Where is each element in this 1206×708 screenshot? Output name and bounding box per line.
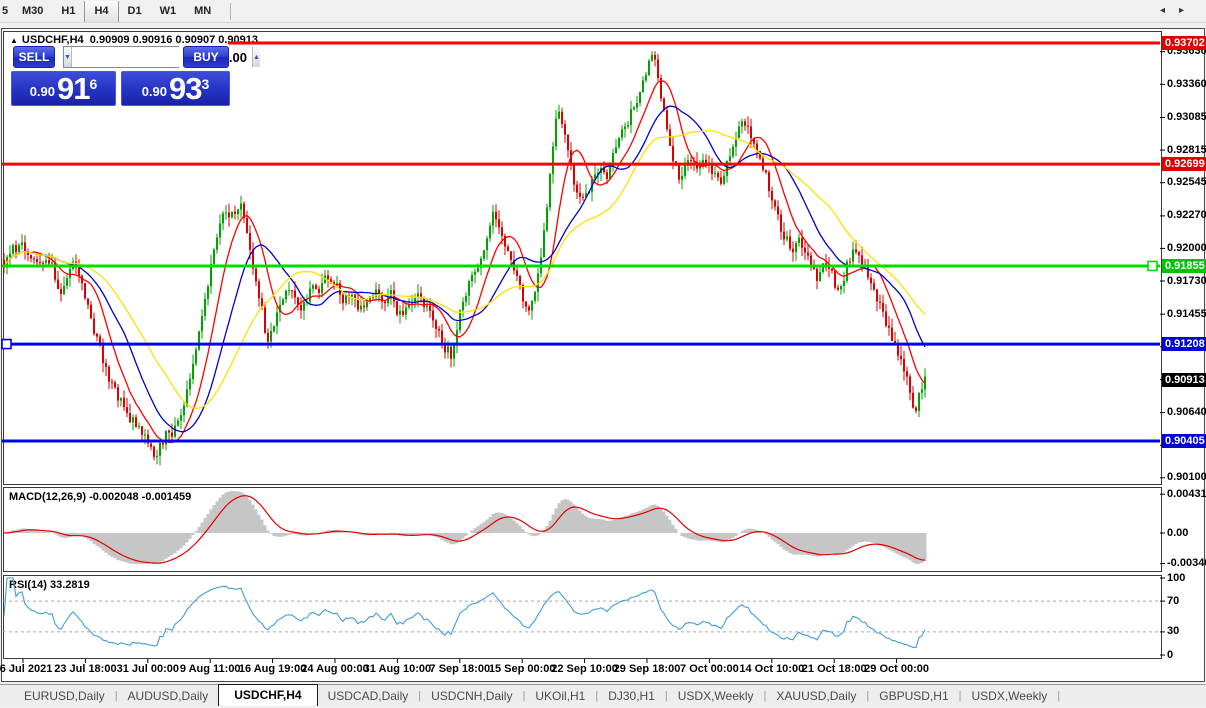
price-badge-0.93702: 0.93702 [1162, 36, 1206, 50]
chart-tab-ukoil-h1[interactable]: UKOil,H1 [525, 687, 595, 705]
chevron-down-icon: ▼ [64, 54, 71, 61]
rsi-label: RSI(14) 33.2819 [9, 579, 90, 591]
chart-ohlc-values: 0.90909 0.90916 0.90907 0.90913 [90, 34, 258, 46]
chart-tab-gbpusd-h1[interactable]: GBPUSD,H1 [869, 687, 958, 705]
chart-title-bar: ▲ USDCHF,H4 0.90909 0.90916 0.90907 0.909… [10, 34, 258, 46]
timeframe-toolbar: 5M30H1H4D1W1MN [0, 0, 1206, 23]
tab-separator: | [1057, 690, 1060, 702]
price-badge-0.90913: 0.90913 [1162, 373, 1206, 387]
date-tick-label: 16 Aug 19:00 [239, 663, 306, 675]
chart-tab-usdcnh-daily[interactable]: USDCNH,Daily [421, 687, 522, 705]
price-badge-0.90405: 0.90405 [1162, 434, 1206, 448]
chevron-up-icon: ▲ [253, 54, 260, 61]
chart-tab-usdchf-h4[interactable]: USDCHF,H4 [218, 684, 317, 706]
macd-indicator-panel[interactable]: MACD(12,26,9) -0.002048 -0.001459 [3, 487, 1162, 572]
price-badge-0.91855: 0.91855 [1162, 259, 1206, 273]
timeframe-button-h1[interactable]: H1 [52, 1, 84, 22]
chart-tab-eurusd-daily[interactable]: EURUSD,Daily [14, 687, 115, 705]
price-tick-label: 0.92545 [1167, 176, 1206, 188]
chart-tab-bar: EURUSD,Daily | AUDUSD,DailyUSDCHF,H4USDCAD… [0, 684, 1206, 706]
price-badge-0.91208: 0.91208 [1162, 337, 1206, 351]
date-tick-label: 9 Aug 11:00 [180, 663, 241, 675]
chart-tab-usdx-weekly[interactable]: USDX,Weekly [962, 687, 1058, 705]
chart-window: ▲ USDCHF,H4 0.90909 0.90916 0.90907 0.909… [1, 28, 1205, 682]
toolbar-separator [230, 3, 231, 20]
buy-button[interactable]: BUY [183, 46, 229, 68]
rsi-tick-label: 30 [1167, 625, 1179, 637]
price-tick-label: 0.92815 [1167, 144, 1206, 156]
buy-price-display[interactable]: 0.90 93 3 [121, 71, 230, 106]
price-tick-label: 0.91730 [1167, 275, 1206, 287]
rsi-tick-label: 70 [1167, 595, 1179, 607]
date-tick-label: 7 Sep 18:00 [430, 663, 491, 675]
buy-price-prefix: 0.90 [142, 82, 167, 102]
buy-price-pip: 3 [202, 78, 210, 90]
timeframe-button-h4[interactable]: H4 [84, 1, 118, 22]
date-tick-label: 15 Sep 00:00 [489, 663, 556, 675]
chart-tab-usdcad-daily[interactable]: USDCAD,Daily [318, 687, 419, 705]
date-tick-label: 29 Sep 18:00 [614, 663, 681, 675]
date-tick-label: 16 Jul 2021 [0, 663, 52, 675]
sell-price-main: 91 [57, 76, 89, 102]
chart-tab-audusd-daily[interactable]: AUDUSD,Daily [118, 687, 219, 705]
date-tick-label: 7 Oct 00:00 [680, 663, 739, 675]
timeframe-button-mn[interactable]: MN [185, 1, 220, 22]
date-tick-label: 23 Jul 18:00 [54, 663, 116, 675]
price-tick-label: 0.93360 [1167, 78, 1206, 90]
price-badge-0.92699: 0.92699 [1162, 157, 1206, 171]
one-click-trade-panel: SELL ▼ ▲ BUY 0.90 91 6 0.90 93 3 [11, 46, 230, 107]
rsi-tick-label: 0 [1167, 649, 1173, 661]
date-tick-label: 31 Aug 10:00 [364, 663, 431, 675]
date-tick-label: 21 Oct 18:00 [802, 663, 867, 675]
rsi-indicator-panel[interactable]: RSI(14) 33.2819 [3, 575, 1162, 659]
price-tick-label: 0.92000 [1167, 242, 1206, 254]
timeframe-button-w1[interactable]: W1 [151, 1, 186, 22]
timeframe-button-d1[interactable]: D1 [119, 1, 151, 22]
chart-tab-dj30-h1[interactable]: DJ30,H1 [598, 687, 665, 705]
tab-scroll-left-icon[interactable]: ◂ [1160, 5, 1165, 17]
price-tick-label: 0.93085 [1167, 111, 1206, 123]
buy-price-main: 93 [169, 76, 201, 102]
price-tick-label: 0.90640 [1167, 406, 1206, 418]
rsi-tick-label: 100 [1167, 572, 1185, 584]
volume-decrease-button[interactable]: ▼ [64, 47, 72, 67]
main-chart-panel[interactable]: ▲ USDCHF,H4 0.90909 0.90916 0.90907 0.909… [3, 31, 1162, 485]
volume-increase-button[interactable]: ▲ [252, 47, 260, 67]
macd-tick-label: 0.00431 [1167, 488, 1206, 500]
price-tick-label: 0.92270 [1167, 209, 1206, 221]
date-tick-label: 14 Oct 10:00 [739, 663, 804, 675]
volume-spinner: ▼ ▲ [63, 46, 179, 68]
macd-tick-label: -0.003405 [1167, 557, 1206, 569]
macd-label: MACD(12,26,9) -0.002048 -0.001459 [9, 491, 191, 503]
sell-button[interactable]: SELL [13, 46, 55, 68]
sell-price-display[interactable]: 0.90 91 6 [11, 71, 116, 106]
tab-scroll-arrows: ◂ ▸ [1160, 5, 1184, 17]
price-tick-label: 0.90100 [1167, 471, 1206, 483]
timeframe-button-5[interactable]: 5 [0, 1, 13, 22]
collapse-panel-icon[interactable]: ▲ [10, 36, 18, 45]
date-tick-label: 29 Oct 00:00 [864, 663, 929, 675]
timeframe-button-m30[interactable]: M30 [13, 1, 52, 22]
date-tick-label: 31 Jul 00:00 [117, 663, 179, 675]
chart-tab-xauusd-daily[interactable]: XAUUSD,Daily [766, 687, 866, 705]
macd-tick-label: 0.00 [1167, 527, 1188, 539]
sell-price-pip: 6 [90, 78, 98, 90]
sell-price-prefix: 0.90 [30, 82, 55, 102]
chart-tab-usdx-weekly[interactable]: USDX,Weekly [668, 687, 764, 705]
tab-scroll-right-icon[interactable]: ▸ [1179, 5, 1184, 17]
date-tick-label: 22 Sep 10:00 [551, 663, 618, 675]
chart-symbol-label: USDCHF,H4 [22, 34, 84, 46]
date-tick-label: 24 Aug 00:00 [301, 663, 368, 675]
price-tick-label: 0.91455 [1167, 308, 1206, 320]
